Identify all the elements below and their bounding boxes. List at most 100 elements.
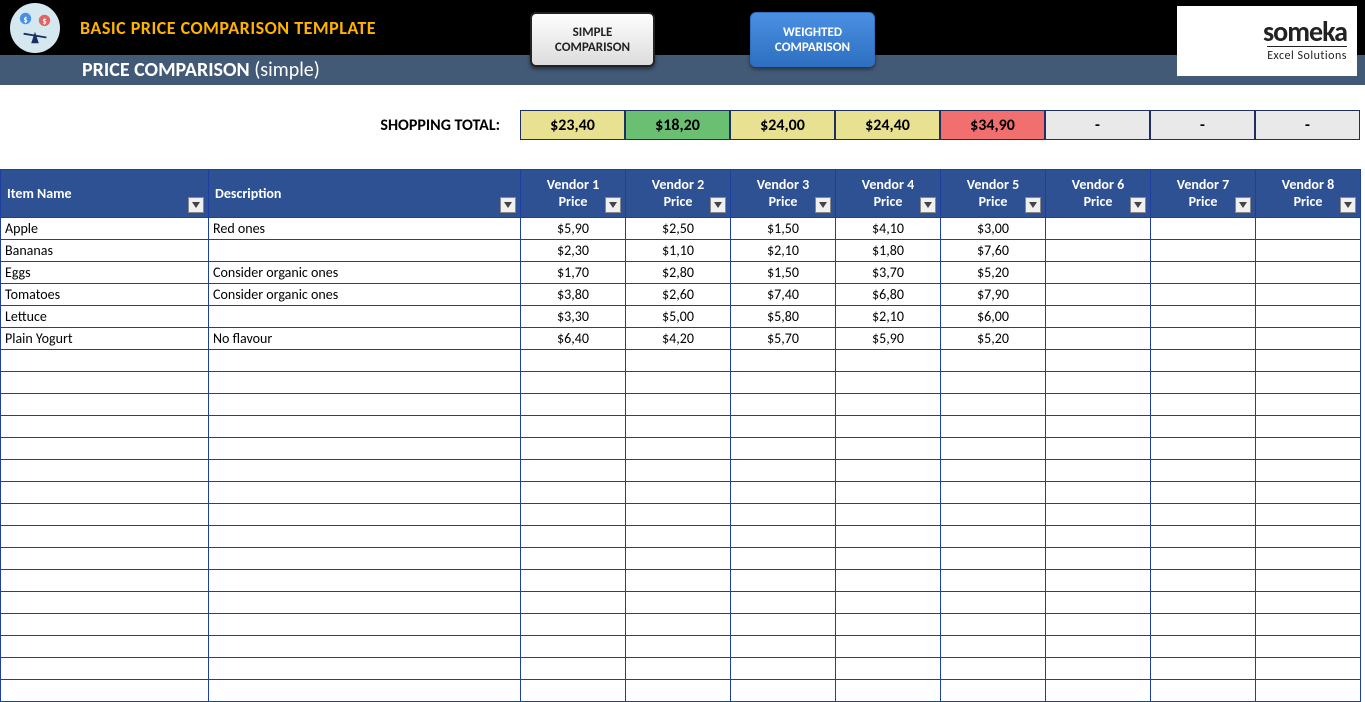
cell-price-v1[interactable]: $2,30 — [521, 240, 626, 262]
cell-price-v4[interactable] — [836, 504, 941, 526]
cell-price-v8[interactable] — [1256, 658, 1361, 680]
cell-price-v3[interactable] — [731, 394, 836, 416]
cell-item[interactable] — [1, 394, 209, 416]
cell-price-v3[interactable]: $5,80 — [731, 306, 836, 328]
filter-dropdown-icon[interactable] — [188, 197, 204, 213]
cell-desc[interactable] — [209, 548, 521, 570]
cell-price-v1[interactable] — [521, 614, 626, 636]
cell-price-v1[interactable] — [521, 416, 626, 438]
cell-price-v2[interactable] — [626, 614, 731, 636]
cell-price-v2[interactable] — [626, 416, 731, 438]
cell-price-v5[interactable] — [941, 526, 1046, 548]
cell-price-v6[interactable] — [1046, 680, 1151, 702]
cell-item[interactable] — [1, 482, 209, 504]
cell-desc[interactable] — [209, 592, 521, 614]
cell-price-v4[interactable] — [836, 680, 941, 702]
tab-simple-comparison[interactable]: SIMPLE COMPARISON — [530, 12, 655, 67]
table-row[interactable] — [1, 460, 1361, 482]
cell-price-v7[interactable] — [1151, 240, 1256, 262]
cell-price-v3[interactable] — [731, 438, 836, 460]
cell-price-v6[interactable] — [1046, 658, 1151, 680]
cell-price-v5[interactable] — [941, 438, 1046, 460]
cell-price-v8[interactable] — [1256, 636, 1361, 658]
cell-price-v7[interactable] — [1151, 328, 1256, 350]
filter-dropdown-icon[interactable] — [1340, 197, 1356, 213]
table-row[interactable] — [1, 438, 1361, 460]
cell-item[interactable] — [1, 416, 209, 438]
cell-price-v6[interactable] — [1046, 372, 1151, 394]
cell-price-v5[interactable] — [941, 658, 1046, 680]
cell-price-v1[interactable] — [521, 482, 626, 504]
cell-price-v2[interactable] — [626, 372, 731, 394]
cell-desc[interactable] — [209, 306, 521, 328]
cell-price-v1[interactable]: $3,80 — [521, 284, 626, 306]
cell-price-v3[interactable] — [731, 372, 836, 394]
cell-price-v3[interactable] — [731, 658, 836, 680]
cell-desc[interactable] — [209, 438, 521, 460]
cell-item[interactable] — [1, 548, 209, 570]
cell-price-v1[interactable] — [521, 526, 626, 548]
cell-desc[interactable] — [209, 570, 521, 592]
cell-price-v4[interactable]: $2,10 — [836, 306, 941, 328]
cell-price-v2[interactable] — [626, 570, 731, 592]
table-row[interactable] — [1, 680, 1361, 702]
cell-price-v6[interactable] — [1046, 526, 1151, 548]
cell-price-v4[interactable] — [836, 658, 941, 680]
cell-price-v6[interactable] — [1046, 614, 1151, 636]
col-vendor-5[interactable]: Vendor 5Price — [941, 170, 1046, 218]
table-row[interactable] — [1, 394, 1361, 416]
table-row[interactable] — [1, 504, 1361, 526]
cell-price-v2[interactable] — [626, 658, 731, 680]
cell-price-v3[interactable] — [731, 636, 836, 658]
cell-price-v1[interactable] — [521, 592, 626, 614]
cell-price-v5[interactable] — [941, 460, 1046, 482]
col-vendor-1[interactable]: Vendor 1Price — [521, 170, 626, 218]
table-row[interactable] — [1, 526, 1361, 548]
cell-price-v1[interactable] — [521, 570, 626, 592]
cell-price-v5[interactable]: $3,00 — [941, 218, 1046, 240]
cell-price-v4[interactable] — [836, 570, 941, 592]
cell-price-v6[interactable] — [1046, 460, 1151, 482]
cell-price-v8[interactable] — [1256, 592, 1361, 614]
cell-price-v6[interactable] — [1046, 218, 1151, 240]
table-row[interactable] — [1, 658, 1361, 680]
cell-item[interactable] — [1, 636, 209, 658]
table-row[interactable] — [1, 548, 1361, 570]
filter-dropdown-icon[interactable] — [710, 197, 726, 213]
cell-price-v7[interactable] — [1151, 306, 1256, 328]
cell-price-v6[interactable] — [1046, 592, 1151, 614]
cell-price-v1[interactable] — [521, 636, 626, 658]
cell-price-v1[interactable] — [521, 372, 626, 394]
filter-dropdown-icon[interactable] — [1130, 197, 1146, 213]
cell-price-v3[interactable]: $5,70 — [731, 328, 836, 350]
cell-price-v6[interactable] — [1046, 262, 1151, 284]
cell-price-v5[interactable]: $5,20 — [941, 262, 1046, 284]
cell-price-v7[interactable] — [1151, 372, 1256, 394]
cell-price-v5[interactable] — [941, 570, 1046, 592]
cell-price-v4[interactable] — [836, 350, 941, 372]
cell-price-v4[interactable] — [836, 394, 941, 416]
cell-price-v5[interactable] — [941, 372, 1046, 394]
cell-item[interactable] — [1, 526, 209, 548]
cell-price-v7[interactable] — [1151, 416, 1256, 438]
filter-dropdown-icon[interactable] — [605, 197, 621, 213]
cell-item[interactable]: Apple — [1, 218, 209, 240]
cell-item[interactable] — [1, 614, 209, 636]
cell-price-v7[interactable] — [1151, 460, 1256, 482]
filter-dropdown-icon[interactable] — [815, 197, 831, 213]
col-vendor-2[interactable]: Vendor 2Price — [626, 170, 731, 218]
cell-price-v7[interactable] — [1151, 262, 1256, 284]
cell-price-v6[interactable] — [1046, 438, 1151, 460]
cell-price-v8[interactable] — [1256, 416, 1361, 438]
cell-price-v7[interactable] — [1151, 504, 1256, 526]
cell-price-v8[interactable] — [1256, 262, 1361, 284]
cell-price-v8[interactable] — [1256, 372, 1361, 394]
cell-desc[interactable]: Consider organic ones — [209, 262, 521, 284]
table-row[interactable] — [1, 636, 1361, 658]
cell-price-v1[interactable] — [521, 438, 626, 460]
cell-price-v5[interactable] — [941, 592, 1046, 614]
cell-price-v2[interactable] — [626, 350, 731, 372]
cell-price-v5[interactable] — [941, 548, 1046, 570]
cell-item[interactable]: Bananas — [1, 240, 209, 262]
cell-price-v2[interactable]: $2,50 — [626, 218, 731, 240]
